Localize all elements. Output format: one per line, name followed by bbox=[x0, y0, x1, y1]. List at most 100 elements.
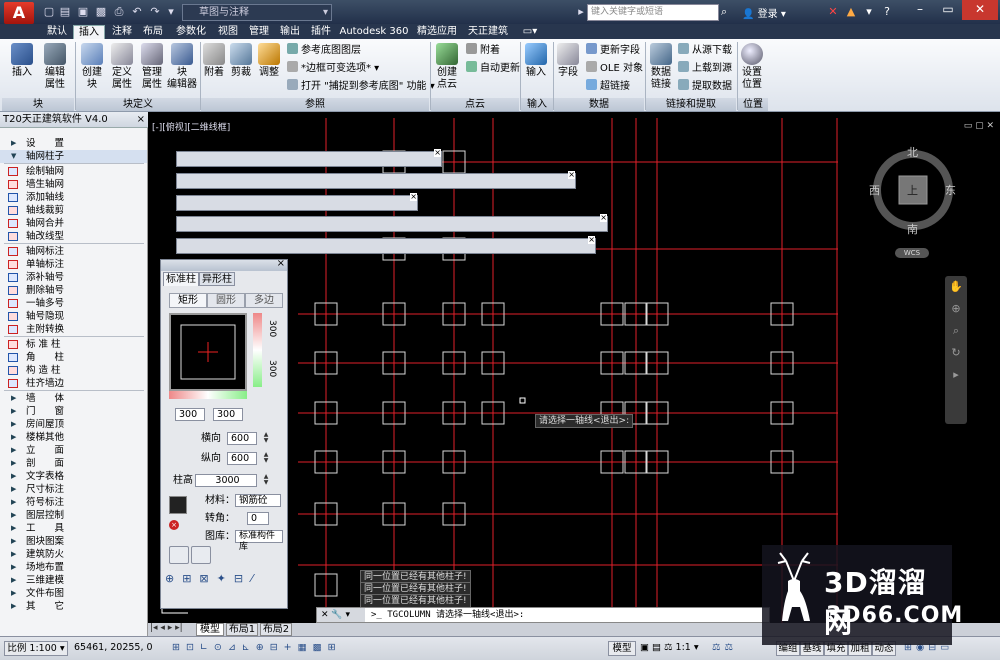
angle-input[interactable]: 0 bbox=[247, 512, 269, 525]
tab-standard-column[interactable]: 标准柱 bbox=[163, 272, 199, 286]
menu-item[interactable]: 轴线裁剪 bbox=[0, 204, 147, 217]
tab-model[interactable]: 模型 bbox=[196, 623, 224, 636]
menu-item[interactable]: ▶ 文件布图 bbox=[0, 587, 147, 600]
menu-item[interactable]: ▶ 符号标注 bbox=[0, 496, 147, 509]
close-icon[interactable]: × bbox=[137, 112, 145, 128]
tab-scroll-icons[interactable]: |◂ ◂ ▸ ▸| bbox=[150, 623, 183, 633]
help-dropdown-icon[interactable]: ▾ bbox=[862, 5, 876, 19]
search-icon[interactable]: ⌕ bbox=[721, 5, 735, 19]
workspace-select[interactable]: 草图与注释 ▾ bbox=[182, 4, 332, 21]
x-spacing-input[interactable]: 600 bbox=[227, 432, 257, 445]
tab-default[interactable]: 默认 bbox=[41, 25, 73, 39]
menu-item[interactable]: ▶ 尺寸标注 bbox=[0, 483, 147, 496]
floating-toolbar-5[interactable]: × bbox=[176, 236, 596, 254]
app-menu-button[interactable]: A bbox=[4, 2, 34, 24]
size-a-input[interactable]: 300 bbox=[175, 408, 205, 421]
upload-to-source-button[interactable]: 上载到源 bbox=[678, 61, 732, 75]
close-icon[interactable]: × bbox=[600, 214, 607, 222]
open-icon[interactable]: ▤ bbox=[58, 5, 72, 19]
dialog-titlebar[interactable]: × bbox=[161, 258, 287, 271]
snap-underlay-button[interactable]: 打开 "捕捉到参考底图" 功能 ▾ bbox=[287, 79, 435, 93]
annotation-icons[interactable]: ⚖⚖ bbox=[712, 642, 737, 654]
horizontal-slider[interactable] bbox=[169, 391, 247, 399]
block-editor-button[interactable]: 块 编辑器 bbox=[166, 43, 198, 91]
ribbon-toggle-icon[interactable]: ▭▾ bbox=[518, 25, 542, 39]
floating-toolbar-4[interactable]: × bbox=[176, 214, 608, 232]
tab-output[interactable]: 输出 bbox=[275, 25, 305, 39]
tab-insert[interactable]: 插入 bbox=[73, 25, 105, 39]
menu-item[interactable]: 单轴标注 bbox=[0, 258, 147, 271]
menu-item[interactable]: ▶ 建筑防火 bbox=[0, 548, 147, 561]
command-line[interactable]: ✕ 🔧 ▾ >_ TGCOLUMN 请选择一轴线<退出>: bbox=[316, 607, 770, 623]
tab-plugins[interactable]: 插件 bbox=[306, 25, 336, 39]
menu-item[interactable]: ▶ 其 它 bbox=[0, 600, 147, 613]
qat-dropdown-icon[interactable]: ▾ bbox=[164, 5, 178, 19]
viewport-label[interactable]: [-][俯视][二维线框] bbox=[152, 120, 230, 133]
field-button[interactable]: 字段 bbox=[555, 43, 581, 79]
tab-featured-apps[interactable]: 精选应用 bbox=[413, 25, 461, 39]
model-space-button[interactable]: 模型 bbox=[608, 641, 636, 656]
menu-item[interactable]: 轴网标注 bbox=[0, 245, 147, 258]
y-spinner[interactable]: ▲ ▼ bbox=[259, 452, 273, 465]
menu-item[interactable]: 标 准 柱 bbox=[0, 338, 147, 351]
save-icon[interactable]: ▣ bbox=[76, 5, 90, 19]
tab-layout2[interactable]: 布局2 bbox=[260, 623, 292, 636]
menu-item[interactable]: ▶ 三维建模 bbox=[0, 574, 147, 587]
data-link-button[interactable]: 数据 链接 bbox=[647, 43, 675, 91]
floating-toolbar-2[interactable]: × bbox=[176, 171, 576, 189]
library-button[interactable]: 标准构件库 bbox=[235, 530, 283, 552]
search-toggle-icon[interactable]: ▸ bbox=[574, 5, 588, 19]
tab-view[interactable]: 视图 bbox=[213, 25, 243, 39]
tab-layout[interactable]: 布局 bbox=[138, 25, 168, 39]
adjust-button[interactable]: 调整 bbox=[256, 43, 282, 79]
undo-icon[interactable]: ↶ bbox=[130, 5, 144, 19]
menu-item[interactable]: ▼ 轴网柱子 bbox=[0, 150, 147, 163]
menu-item[interactable]: 轴号隐现 bbox=[0, 310, 147, 323]
edit-attributes-button[interactable]: 编辑 属性 bbox=[40, 43, 70, 91]
menu-item[interactable]: 墙生轴网 bbox=[0, 178, 147, 191]
create-block-button[interactable]: 创建 块 bbox=[78, 43, 106, 91]
menu-item[interactable]: 删除轴号 bbox=[0, 284, 147, 297]
vertical-slider[interactable] bbox=[253, 313, 262, 387]
menu-item[interactable]: 绘制轴网 bbox=[0, 165, 147, 178]
scale-select[interactable]: 比例 1:100 ▾ bbox=[4, 641, 68, 656]
menu-item[interactable]: 构 造 柱 bbox=[0, 364, 147, 377]
menu-item[interactable]: ▶ 设 置 bbox=[0, 137, 147, 150]
import-button[interactable]: 输入 bbox=[522, 43, 550, 79]
floating-toolbar-1[interactable]: × bbox=[176, 149, 442, 167]
define-attributes-button[interactable]: 定义 属性 bbox=[108, 43, 136, 91]
menu-item[interactable]: 轴改线型 bbox=[0, 230, 147, 243]
update-fields-button[interactable]: 更新字段 bbox=[586, 43, 640, 57]
tab-annotate[interactable]: 注释 bbox=[107, 25, 137, 39]
set-location-button[interactable]: 设置 位置 bbox=[739, 43, 765, 91]
menu-item[interactable]: ▶ 楼梯其他 bbox=[0, 431, 147, 444]
wcs-menu[interactable]: WCS bbox=[895, 248, 929, 258]
tab-circle[interactable]: 圆形 bbox=[207, 293, 245, 308]
menu-item[interactable]: ▶ 文字表格 bbox=[0, 470, 147, 483]
column-height-input[interactable]: 3000 bbox=[195, 474, 257, 487]
viewcube[interactable]: 北 南 西 东 上 bbox=[868, 142, 958, 240]
command-line-tools[interactable]: ✕ 🔧 ▾ bbox=[317, 608, 365, 622]
nav-tools-icon[interactable]: ✋ ⊕ ⌕ ↻ ▸ bbox=[945, 276, 967, 386]
exchange-icon[interactable]: ✕ bbox=[826, 5, 840, 19]
menu-item[interactable]: 柱齐墙边 bbox=[0, 377, 147, 390]
menu-item[interactable]: ▶ 图块图案 bbox=[0, 535, 147, 548]
menu-item[interactable]: ▶ 场地布置 bbox=[0, 561, 147, 574]
manage-attributes-button[interactable]: 管理 属性 bbox=[138, 43, 166, 91]
annotation-scale[interactable]: ⚖ 1:1 ▾ bbox=[664, 642, 699, 654]
menu-item[interactable]: 一轴多号 bbox=[0, 297, 147, 310]
column-tool-button-1[interactable] bbox=[169, 546, 189, 564]
menu-item[interactable]: ▶ 墙 体 bbox=[0, 392, 147, 405]
insert-mode-icons[interactable]: ⊕⊞⊠✦⊟⁄ bbox=[165, 572, 285, 588]
menu-item[interactable]: 添加轴线 bbox=[0, 191, 147, 204]
tab-autodesk360[interactable]: Autodesk 360 bbox=[338, 25, 410, 39]
search-input[interactable]: 键入关键字或短语 bbox=[587, 4, 719, 21]
material-select[interactable]: 钢筋砼 bbox=[235, 494, 281, 507]
coordinates-readout[interactable]: 65461, 20255, 0 bbox=[74, 642, 153, 654]
download-from-source-button[interactable]: 从源下载 bbox=[678, 43, 732, 57]
tab-manage[interactable]: 管理 bbox=[244, 25, 274, 39]
attach-button[interactable]: 附着 bbox=[202, 43, 226, 79]
x-spinner[interactable]: ▲ ▼ bbox=[259, 432, 273, 445]
help-icon[interactable]: ? bbox=[880, 5, 894, 19]
new-icon[interactable]: ▢ bbox=[42, 5, 56, 19]
